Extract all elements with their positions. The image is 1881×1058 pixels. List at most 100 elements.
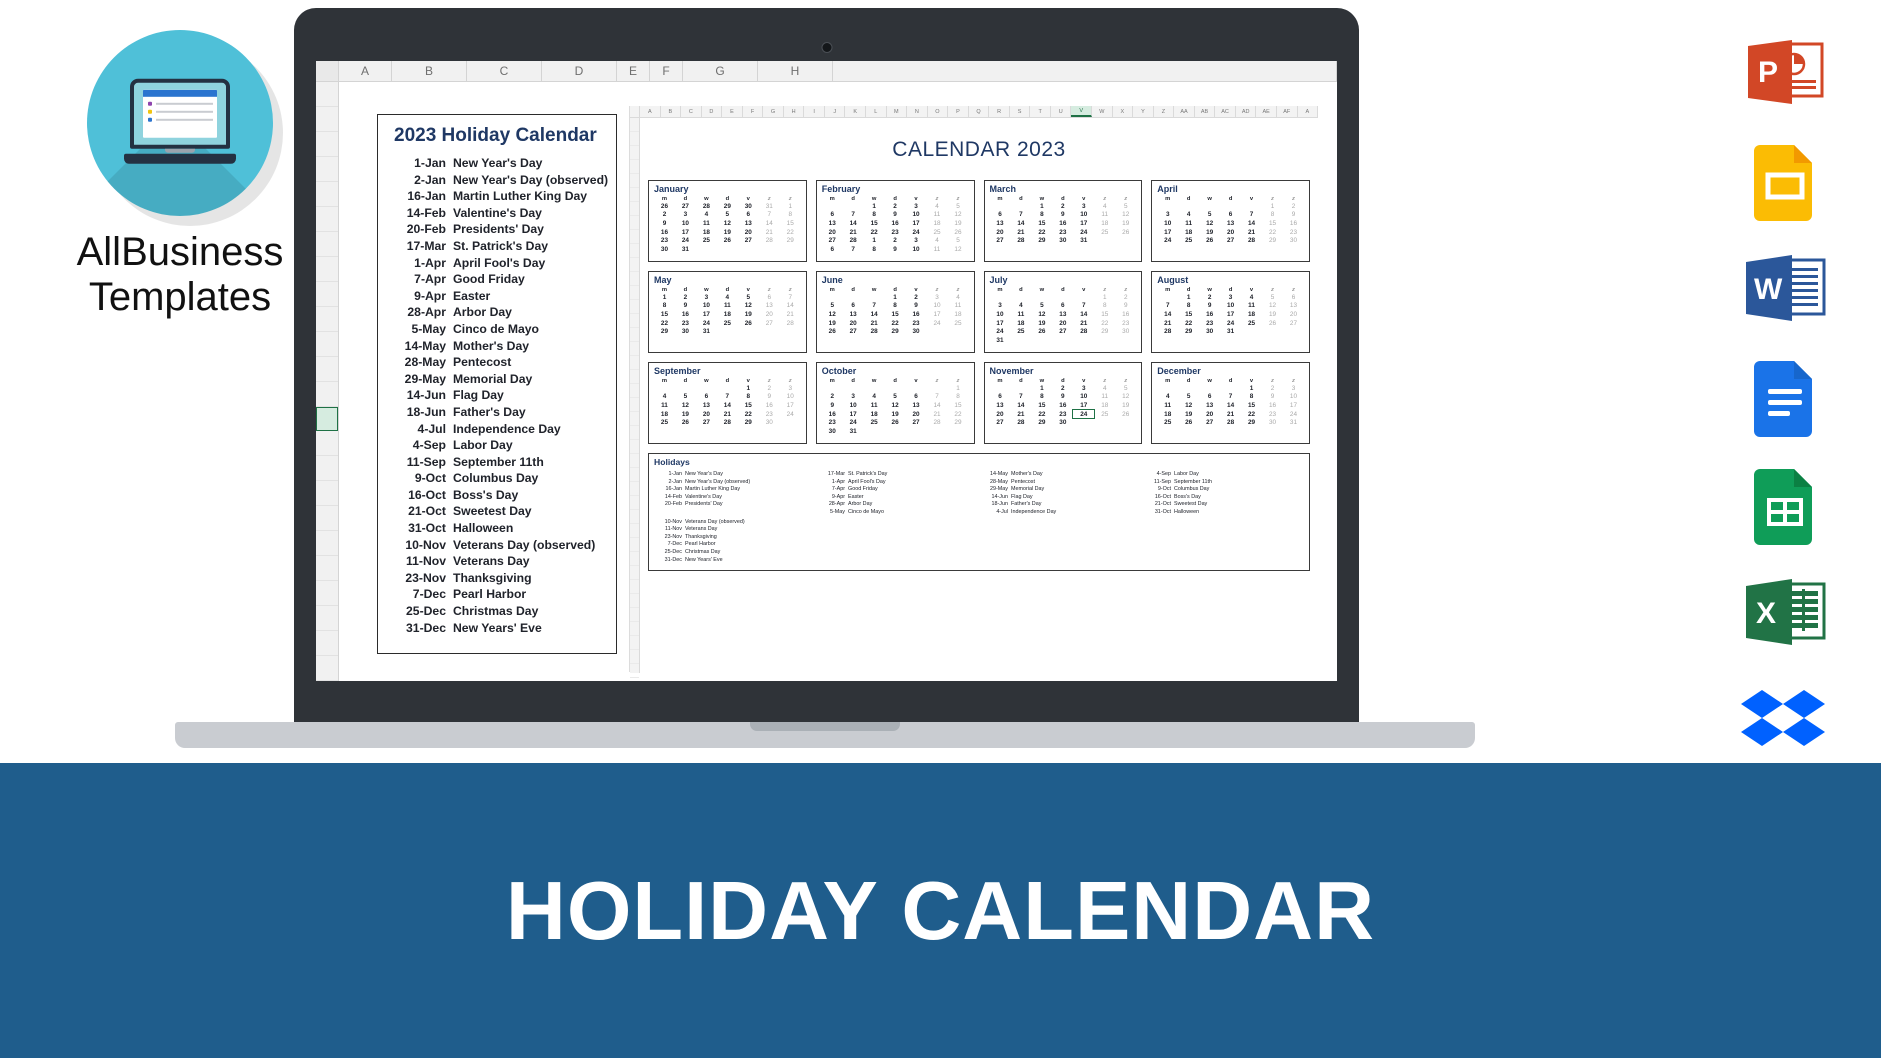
day-cell[interactable]: 8	[654, 302, 675, 311]
outer-row-header[interactable]	[316, 207, 338, 232]
day-cell[interactable]	[1178, 202, 1199, 211]
day-cell[interactable]: 13	[1199, 401, 1220, 410]
day-cell[interactable]: 27	[759, 319, 780, 328]
day-cell[interactable]: 24	[675, 236, 696, 245]
day-cell[interactable]: 28	[843, 236, 864, 245]
day-cell[interactable]: 12	[717, 219, 738, 228]
inner-row-header[interactable]	[630, 664, 639, 678]
day-cell[interactable]: 22	[1241, 410, 1262, 419]
day-cell[interactable]: 28	[759, 236, 780, 245]
day-cell[interactable]: 11	[1178, 219, 1199, 228]
inner-row-header[interactable]	[630, 328, 639, 342]
outer-row-header[interactable]	[316, 357, 338, 382]
day-cell[interactable]: 5	[947, 202, 968, 211]
day-cell[interactable]	[990, 384, 1011, 393]
day-cell[interactable]: 10	[990, 310, 1011, 319]
day-cell[interactable]: 7	[927, 393, 948, 402]
day-cell[interactable]: 2	[675, 293, 696, 302]
inner-row-header[interactable]	[630, 216, 639, 230]
day-cell[interactable]: 22	[738, 410, 759, 419]
day-cell[interactable]: 30	[675, 327, 696, 336]
day-cell[interactable]: 2	[1115, 293, 1136, 302]
day-cell[interactable]: 14	[864, 310, 885, 319]
inner-sheet-canvas[interactable]: CALENDAR 2023 January m d w d v z z 26 27 28 29 30 31…	[640, 118, 1318, 673]
day-cell[interactable]: 10	[1073, 211, 1094, 220]
day-cell[interactable]: 4	[1178, 211, 1199, 220]
day-cell[interactable]: 30	[1283, 236, 1304, 245]
day-cell[interactable]: 19	[947, 219, 968, 228]
day-cell[interactable]: 25	[927, 228, 948, 237]
day-cell[interactable]: 23	[822, 418, 843, 427]
inner-row-header[interactable]	[630, 440, 639, 454]
day-cell[interactable]: 7	[843, 211, 864, 220]
day-cell[interactable]: 17	[843, 410, 864, 419]
day-cell[interactable]: 16	[1115, 310, 1136, 319]
day-cell[interactable]: 6	[990, 393, 1011, 402]
day-cell[interactable]: 21	[1010, 228, 1031, 237]
day-cell[interactable]: 5	[675, 393, 696, 402]
day-cell[interactable]	[843, 384, 864, 393]
day-cell[interactable]	[1157, 202, 1178, 211]
day-cell[interactable]: 26	[822, 327, 843, 336]
day-cell[interactable]: 9	[1283, 211, 1304, 220]
day-cell[interactable]: 27	[738, 236, 759, 245]
day-cell[interactable]: 2	[1199, 293, 1220, 302]
day-cell[interactable]: 11	[717, 302, 738, 311]
day-cell[interactable]: 21	[1010, 410, 1031, 419]
day-cell[interactable]: 31	[1283, 418, 1304, 427]
day-cell[interactable]	[1220, 384, 1241, 393]
day-cell[interactable]	[990, 202, 1011, 211]
inner-column-header-AE[interactable]: AE	[1256, 106, 1277, 117]
day-cell[interactable]: 17	[675, 228, 696, 237]
day-cell[interactable]: 4	[696, 211, 717, 220]
day-cell[interactable]: 3	[843, 393, 864, 402]
day-cell[interactable]: 9	[822, 401, 843, 410]
day-cell[interactable]: 6	[822, 211, 843, 220]
day-cell[interactable]: 22	[947, 410, 968, 419]
day-cell[interactable]: 1	[885, 293, 906, 302]
day-cell[interactable]: 7	[864, 302, 885, 311]
inner-row-header[interactable]	[630, 286, 639, 300]
day-cell[interactable]: 9	[1199, 302, 1220, 311]
inner-row-header[interactable]	[630, 510, 639, 524]
inner-column-header-N[interactable]: N	[907, 106, 928, 117]
day-cell[interactable]: 1	[1031, 384, 1052, 393]
day-cell[interactable]: 26	[1199, 236, 1220, 245]
day-cell[interactable]: 13	[1283, 302, 1304, 311]
day-cell[interactable]: 25	[1157, 418, 1178, 427]
inner-column-header-C[interactable]: C	[681, 106, 702, 117]
day-cell[interactable]	[1220, 202, 1241, 211]
inner-row-header[interactable]	[630, 482, 639, 496]
day-cell[interactable]	[885, 427, 906, 436]
day-cell[interactable]: 29	[717, 202, 738, 211]
day-cell[interactable]: 9	[885, 211, 906, 220]
day-cell[interactable]: 9	[1052, 393, 1073, 402]
day-cell[interactable]: 31	[759, 202, 780, 211]
outer-row-header[interactable]	[316, 631, 338, 656]
day-cell[interactable]: 14	[927, 401, 948, 410]
inner-row-header[interactable]	[630, 370, 639, 384]
day-cell[interactable]: 3	[906, 236, 927, 245]
day-cell[interactable]: 24	[1157, 236, 1178, 245]
powerpoint-icon[interactable]: P	[1700, 20, 1870, 128]
inner-row-header[interactable]	[630, 552, 639, 566]
day-cell[interactable]: 19	[1178, 410, 1199, 419]
day-cell[interactable]	[822, 202, 843, 211]
outer-column-header-C[interactable]: C	[467, 61, 542, 81]
day-cell[interactable]: 14	[1157, 310, 1178, 319]
day-cell[interactable]	[885, 384, 906, 393]
inner-row-header[interactable]	[630, 580, 639, 594]
outer-column-header-E[interactable]: E	[617, 61, 650, 81]
inner-column-header-P[interactable]: P	[948, 106, 969, 117]
inner-column-header-O[interactable]: O	[928, 106, 949, 117]
day-cell[interactable]: 18	[1241, 310, 1262, 319]
day-cell[interactable]: 1	[1241, 384, 1262, 393]
day-cell[interactable]: 23	[1283, 228, 1304, 237]
day-cell[interactable]: 17	[780, 401, 801, 410]
day-cell[interactable]: 22	[885, 319, 906, 328]
day-cell[interactable]: 28	[717, 418, 738, 427]
day-cell[interactable]: 12	[1178, 401, 1199, 410]
day-cell[interactable]: 19	[1115, 401, 1136, 410]
day-cell[interactable]	[947, 427, 968, 436]
day-cell[interactable]: 3	[1073, 384, 1094, 393]
